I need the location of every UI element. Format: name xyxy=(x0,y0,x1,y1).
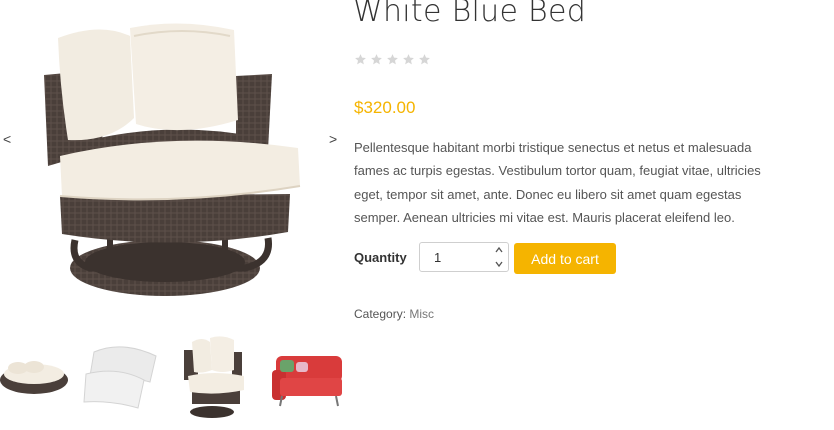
product-title: White Blue Bed xyxy=(353,0,587,29)
product-category: Category: Misc xyxy=(354,307,434,321)
swivel-chair-image xyxy=(44,23,301,296)
add-to-cart-button[interactable]: Add to cart xyxy=(514,243,616,274)
thumb-daybed[interactable] xyxy=(0,330,76,422)
product-main-image: < > xyxy=(0,0,340,318)
swivel-chair-thumb-image xyxy=(184,336,244,418)
quantity-value[interactable]: 1 xyxy=(434,250,441,265)
rating-stars xyxy=(354,53,431,66)
category-link[interactable]: Misc xyxy=(409,307,434,321)
chevron-down-icon[interactable] xyxy=(494,258,504,269)
pillows-image xyxy=(83,346,157,409)
thumb-pillows[interactable] xyxy=(82,330,158,422)
daybed-image xyxy=(0,361,68,394)
star-icon xyxy=(419,54,430,65)
star-icon xyxy=(403,54,414,65)
quantity-label: Quantity xyxy=(354,250,407,265)
category-label: Category: xyxy=(354,307,407,321)
thumb-red-sofa[interactable] xyxy=(266,330,342,422)
quantity-spin-controls xyxy=(494,245,504,269)
gallery-prev-arrow[interactable]: < xyxy=(3,131,11,147)
thumbnail-strip xyxy=(0,330,342,425)
quantity-stepper[interactable]: 1 xyxy=(419,242,509,272)
product-price: $320.00 xyxy=(354,98,416,117)
red-sofa-image xyxy=(272,356,342,407)
product-description: Pellentesque habitant morbi tristique se… xyxy=(354,140,761,225)
gallery-next-arrow[interactable]: > xyxy=(329,131,337,147)
star-icon xyxy=(387,54,398,65)
thumb-swivel-chair[interactable] xyxy=(176,330,252,422)
star-icon xyxy=(355,54,366,65)
star-icon xyxy=(371,54,382,65)
chevron-up-icon[interactable] xyxy=(494,245,504,256)
